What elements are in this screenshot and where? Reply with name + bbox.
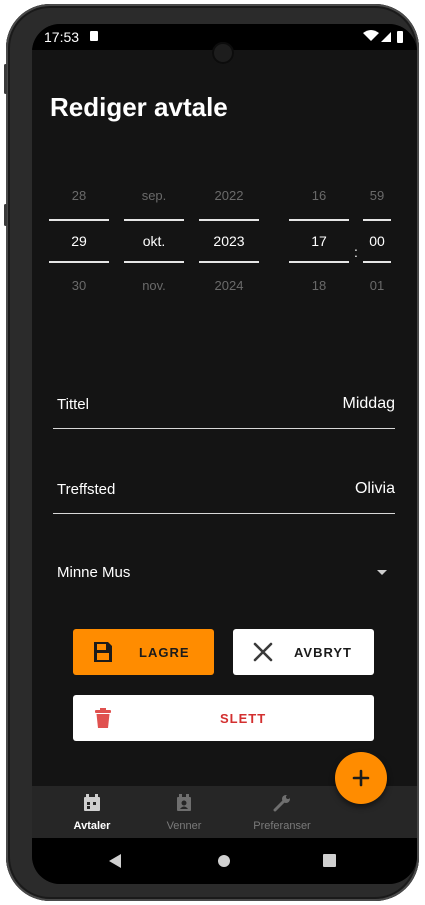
title-underline [53,428,395,429]
screen: 17:53 Rediger avtale 28 29 30 sep. okt. … [32,24,417,884]
place-underline [53,513,395,514]
day-current: 29 [71,233,87,249]
day-next: 30 [71,278,87,293]
nav-item-avtaler[interactable]: Avtaler [54,786,130,838]
signal-battery-icon [363,30,403,43]
add-appointment-button[interactable] [335,752,387,804]
minute-current: 00 [369,233,385,249]
wrench-icon [273,795,290,812]
nav-label-avtaler: Avtaler [73,820,111,832]
year-current: 2023 [213,233,245,249]
phone-frame: 17:53 Rediger avtale 28 29 30 sep. okt. … [4,4,419,901]
volume-button [4,204,7,226]
back-icon[interactable] [108,853,122,869]
year-prev: 2022 [214,188,244,203]
minute-picker[interactable]: 59 00 01 [363,186,391,296]
title-label: Tittel [57,396,89,413]
calendar-icon [84,794,100,811]
month-prev: sep. [141,188,167,203]
chevron-down-icon [377,570,387,575]
nav-label-preferanser: Preferanser [253,820,311,832]
hour-picker[interactable]: 16 17 18 [289,186,349,296]
plus-icon [352,769,370,787]
cancel-label: AVBRYT [294,645,352,660]
month-picker[interactable]: sep. okt. nov. [124,186,184,296]
time-separator: : [354,244,358,260]
power-button [4,64,7,94]
cancel-button[interactable]: AVBRYT [233,629,374,675]
delete-label: SLETT [220,711,267,726]
month-current: okt. [142,233,166,249]
title-field[interactable]: Tittel Middag [53,394,395,430]
front-camera [212,42,234,64]
page-title: Rediger avtale [50,92,228,122]
save-icon [94,642,112,662]
place-field[interactable]: Treffsted Olivia [53,479,395,515]
day-prev: 28 [71,188,87,203]
home-icon[interactable] [217,854,231,868]
recents-icon[interactable] [323,854,336,867]
sim-icon [90,31,98,41]
system-nav-bar [32,838,417,884]
place-value: Olivia [354,480,395,497]
title-value: Middag [342,395,395,412]
place-label: Treffsted [57,481,116,498]
friend-dropdown[interactable]: Minne Mus [57,564,387,586]
hour-current: 17 [311,233,327,249]
status-time: 17:53 [44,29,80,45]
nav-label-venner: Venner [166,820,202,832]
day-picker[interactable]: 28 29 30 [49,186,109,296]
save-button[interactable]: LAGRE [73,629,214,675]
nav-item-venner[interactable]: Venner [146,786,222,838]
minute-next: 01 [369,278,385,293]
friend-selected: Minne Mus [57,564,131,581]
close-icon [253,642,273,662]
nav-item-preferanser[interactable]: Preferanser [232,786,332,838]
trash-icon [95,708,111,728]
save-label: LAGRE [139,645,190,660]
delete-button[interactable]: SLETT [73,695,374,741]
year-next: 2024 [214,278,244,293]
minute-prev: 59 [369,188,385,203]
friends-icon [177,794,191,811]
year-picker[interactable]: 2022 2023 2024 [199,186,259,296]
hour-next: 18 [311,278,327,293]
hour-prev: 16 [311,188,327,203]
month-next: nov. [142,278,166,293]
